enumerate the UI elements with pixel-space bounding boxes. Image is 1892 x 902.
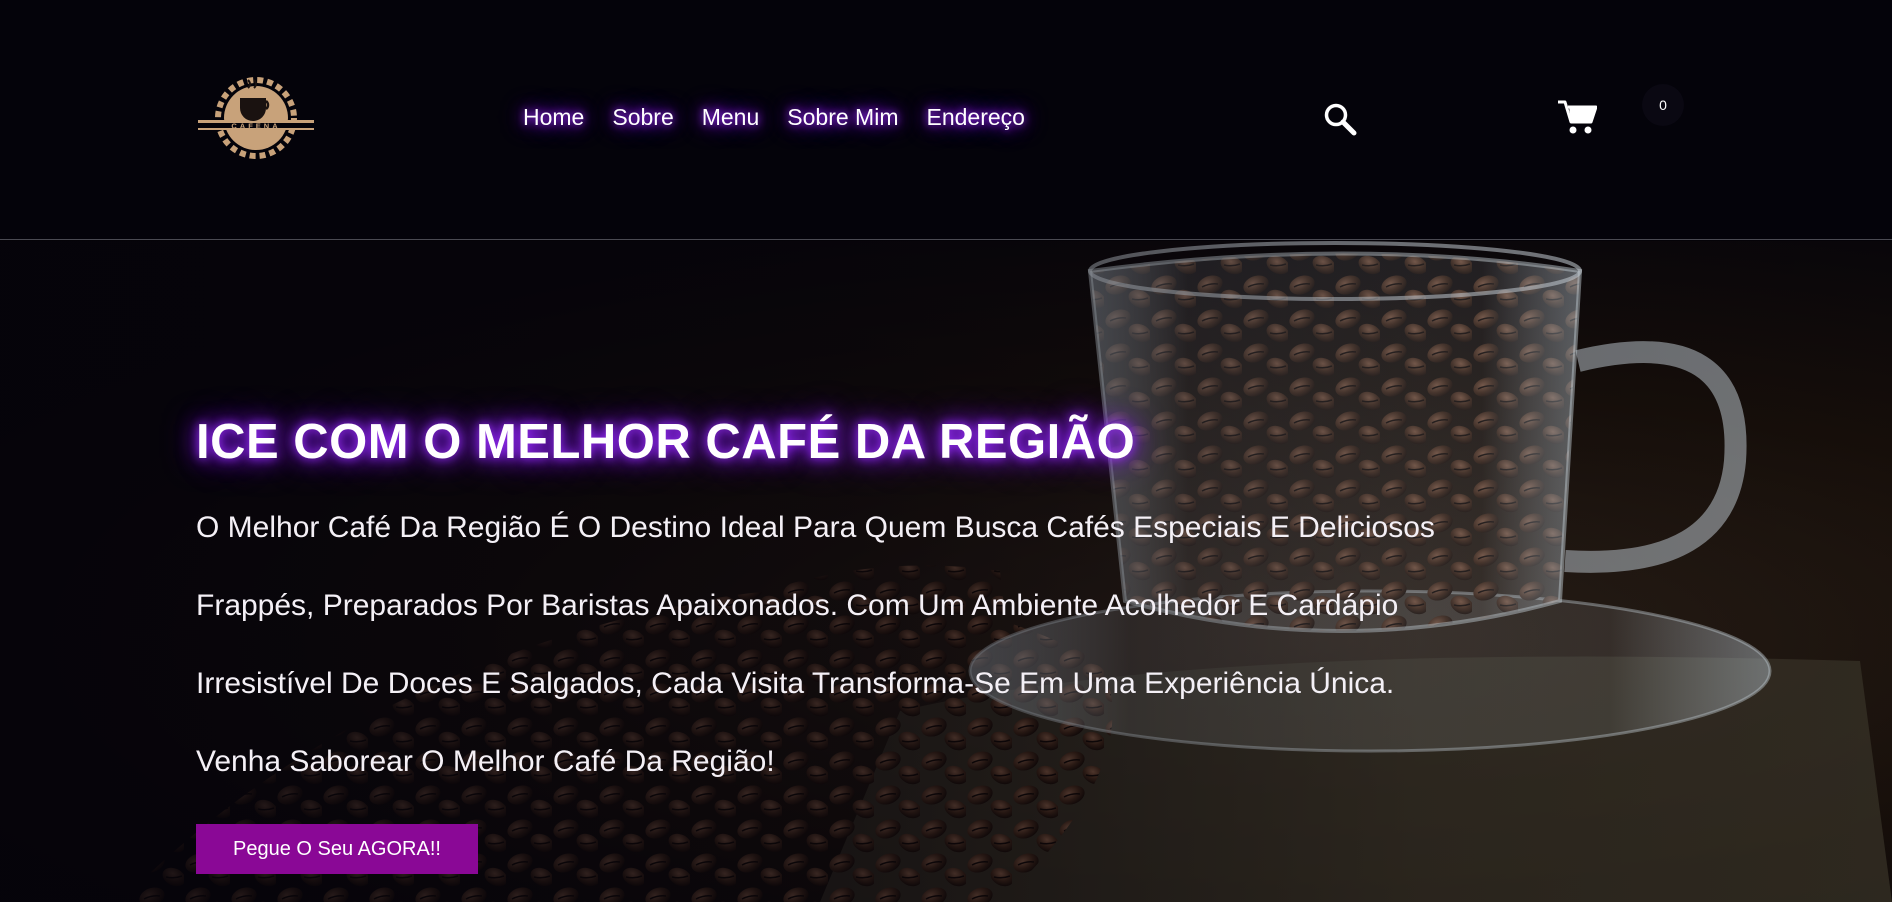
hero-line: O Melhor Café Da Região É O Destino Idea… [196,511,1435,544]
hero-title: ICE COM O MELHOR CAFÉ DA REGIÃO [196,415,1136,469]
search-icon[interactable] [1322,101,1358,137]
nav-menu[interactable]: Menu [702,104,760,131]
main-nav: Home Sobre Menu Sobre Mim Endereço [523,104,1053,131]
cta-button[interactable]: Pegue O Seu AGORA!! [196,824,478,874]
cafena-logo[interactable]: CAFENA [196,68,316,168]
hero-line: Irresistível De Doces E Salgados, Cada V… [196,667,1395,700]
nav-sobre[interactable]: Sobre [612,104,673,131]
cart-count-badge: 0 [1642,84,1684,126]
hero-description: O Melhor Café Da Região É O Destino Idea… [196,489,1436,801]
hero-line: Venha Saborear O Melhor Café Da Região! [196,745,775,778]
cart-icon[interactable] [1557,98,1597,136]
nav-sobre-mim[interactable]: Sobre Mim [787,104,898,131]
logo-wordmark: CAFENA [231,122,280,131]
site-header: CAFENA Home Sobre Menu Sobre Mim Endereç… [0,0,1892,240]
hero-section: ICE COM O MELHOR CAFÉ DA REGIÃO O Melhor… [0,241,1892,902]
hero-line: Frappés, Preparados Por Baristas Apaixon… [196,589,1399,622]
nav-endereco[interactable]: Endereço [926,104,1024,131]
nav-home[interactable]: Home [523,104,584,131]
